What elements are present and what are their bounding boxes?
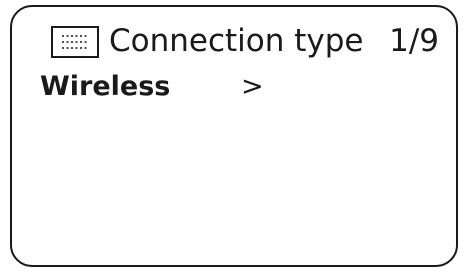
menu-header: Connection type 1/9: [12, 7, 456, 67]
chevron-right-icon: >: [241, 71, 264, 102]
page-counter: 1/9: [389, 23, 439, 59]
screen-title: Connection type: [109, 23, 364, 59]
display-screen: Connection type 1/9 Wireless >: [10, 5, 458, 267]
menu-item-wireless[interactable]: Wireless >: [40, 67, 440, 111]
menu-list-icon: [51, 26, 99, 58]
menu-item-label: Wireless: [40, 71, 171, 102]
